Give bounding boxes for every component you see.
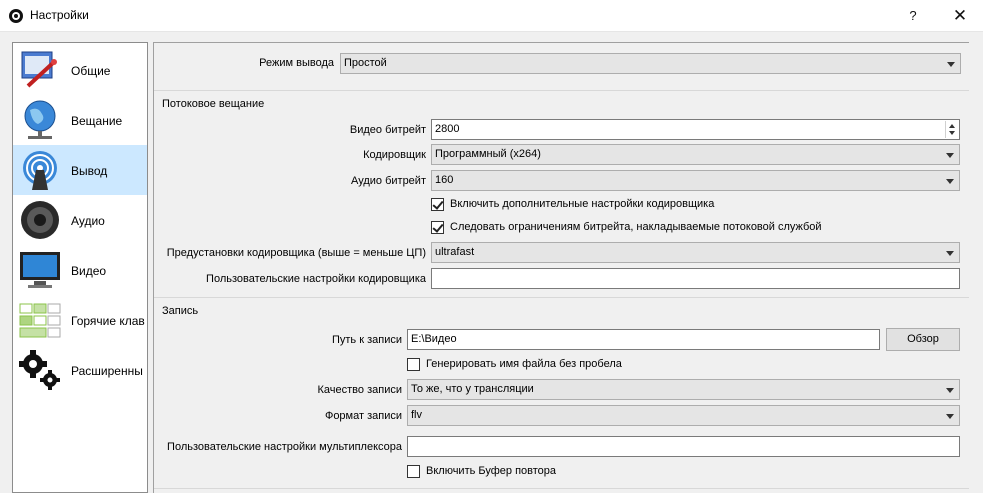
audio-bitrate-select[interactable]: 160 — [431, 170, 960, 191]
window-title: Настройки — [30, 8, 89, 22]
audio-bitrate-label: Аудио битрейт — [351, 175, 426, 187]
sidebar-item-broadcast[interactable]: Вещание — [13, 95, 147, 145]
recording-format-value: flv — [411, 409, 422, 421]
sidebar-item-hotkeys[interactable]: Горячие клав — [13, 295, 147, 345]
checkbox-unchecked-icon[interactable] — [407, 358, 420, 371]
recording-group-divider — [154, 297, 969, 298]
title-bar: Настройки ? ✕ — [0, 0, 983, 32]
encoder-value: Программный (x264) — [435, 148, 541, 160]
chevron-down-icon — [946, 414, 954, 419]
recording-format-label: Формат записи — [324, 410, 402, 422]
encoder-preset-label: Предустановки кодировщика (выше = меньше… — [166, 247, 426, 259]
chevron-down-icon — [946, 388, 954, 393]
panel-bottom-divider — [154, 488, 969, 489]
custom-encoder-settings-label: Пользовательские настройки кодировщика — [206, 273, 426, 285]
close-button[interactable]: ✕ — [937, 0, 983, 32]
recording-quality-value: То же, что у трансляции — [411, 383, 534, 395]
help-button[interactable]: ? — [890, 0, 936, 32]
streaming-group-divider — [154, 90, 969, 91]
encoder-select[interactable]: Программный (x264) — [431, 144, 960, 165]
general-settings-icon — [21, 51, 57, 88]
monitor-icon — [20, 252, 60, 288]
broadcast-globe-icon — [24, 100, 56, 139]
encoder-preset-select[interactable]: ultrafast — [431, 242, 960, 263]
chevron-down-icon — [946, 179, 954, 184]
output-signal-icon — [23, 151, 57, 190]
replay-buffer-checkbox[interactable]: Включить Буфер повтора — [407, 465, 707, 479]
enforce-bitrate-limits-checkbox[interactable]: Следовать ограничениям битрейта, наклады… — [431, 221, 931, 235]
gears-icon — [19, 350, 60, 390]
output-mode-value: Простой — [344, 57, 387, 69]
output-mode-label: Режим вывода — [259, 57, 334, 69]
sidebar-item-output[interactable]: Вывод — [13, 145, 147, 195]
recording-group-title: Запись — [162, 305, 199, 317]
chevron-down-icon — [947, 62, 955, 67]
custom-encoder-settings-input[interactable] — [431, 268, 960, 289]
output-settings-panel: Режим вывода Простой Потоковое вещание В… — [153, 42, 972, 493]
chevron-down-icon — [946, 251, 954, 256]
video-bitrate-spinbox[interactable]: 2800 — [431, 119, 960, 140]
sidebar-item-advanced[interactable]: Расширенны — [13, 345, 147, 395]
sidebar-item-general[interactable]: Общие — [13, 45, 147, 95]
encoder-preset-value: ultrafast — [435, 246, 475, 258]
streaming-group-title: Потоковое вещание — [162, 98, 265, 110]
audio-bitrate-value: 160 — [435, 174, 454, 186]
sidebar-item-audio[interactable]: Аудио — [13, 195, 147, 245]
obs-logo-icon — [9, 9, 23, 23]
panel-scroll-area[interactable] — [969, 42, 983, 493]
sidebar-item-label: Вывод — [71, 164, 108, 178]
keyboard-icon — [19, 303, 61, 338]
output-mode-select[interactable]: Простой — [340, 53, 961, 74]
no-space-filename-checkbox[interactable]: Генерировать имя файла без пробела — [407, 358, 807, 372]
sidebar-item-label: Горячие клав — [71, 314, 145, 328]
muxer-settings-label: Пользовательские настройки мультиплексор… — [167, 441, 402, 453]
recording-path-value: E:\Видео — [411, 333, 457, 345]
sidebar-item-video[interactable]: Видео — [13, 245, 147, 295]
encoder-label: Кодировщик — [363, 149, 426, 161]
sidebar-item-label: Расширенны — [71, 364, 143, 378]
settings-sidebar: Общие Вещание Вывод Аудио Видео Горячие … — [12, 42, 148, 493]
sidebar-item-label: Общие — [71, 64, 111, 78]
recording-quality-select[interactable]: То же, что у трансляции — [407, 379, 960, 400]
sidebar-item-label: Аудио — [71, 214, 105, 228]
checkbox-checked-icon[interactable] — [431, 221, 444, 234]
spin-arrows-icon[interactable] — [945, 121, 958, 138]
sidebar-item-label: Видео — [71, 264, 107, 278]
advanced-encoder-checkbox[interactable]: Включить дополнительные настройки кодиро… — [431, 198, 831, 212]
video-bitrate-label: Видео битрейт — [349, 124, 426, 136]
chevron-down-icon — [946, 153, 954, 158]
muxer-settings-input[interactable] — [407, 436, 960, 457]
video-bitrate-value: 2800 — [435, 123, 460, 135]
checkbox-unchecked-icon[interactable] — [407, 465, 420, 478]
sidebar-item-label: Вещание — [71, 114, 123, 128]
recording-path-input[interactable]: E:\Видео — [407, 329, 880, 350]
recording-format-select[interactable]: flv — [407, 405, 960, 426]
browse-button[interactable]: Обзор — [886, 328, 960, 351]
speaker-icon — [21, 201, 59, 239]
recording-quality-label: Качество записи — [317, 384, 402, 396]
recording-path-label: Путь к записи — [331, 334, 402, 346]
checkbox-checked-icon[interactable] — [431, 198, 444, 211]
